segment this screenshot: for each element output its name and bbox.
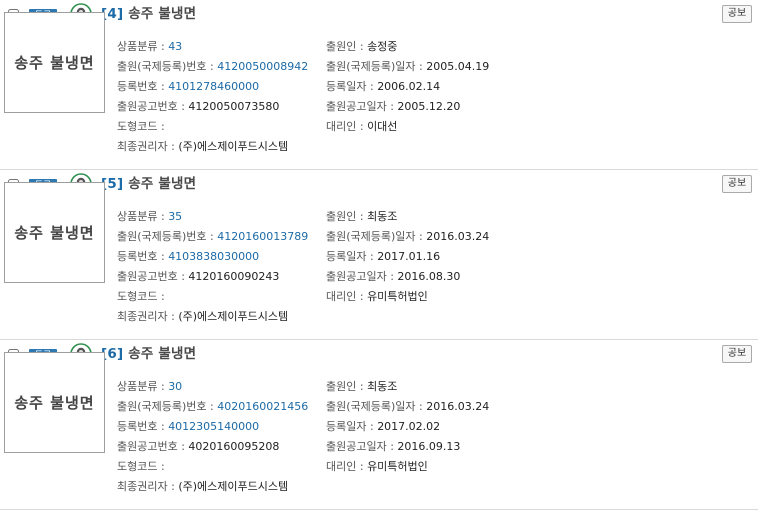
app-date-label: 출원(국제등록)일자 : [326, 230, 427, 243]
pub-date-value: 2016.09.13 [397, 440, 461, 453]
category-label: 상품분류 : [117, 40, 169, 53]
agent-label: 대리인 : [326, 290, 368, 303]
pub-date-value: 2016.08.30 [397, 270, 461, 283]
record-header: 등록 [5] 송주 불냉면 공보 [0, 170, 758, 204]
reg-no-label: 등록번호 : [117, 250, 169, 263]
trademark-record: 등록 [6] 송주 불냉면 공보 송주 불냉면 상품분류 : 30 출원인 : … [0, 340, 758, 510]
app-no-label: 출원(국제등록)번호 : [117, 230, 218, 243]
reg-no-value[interactable]: 4101278460000 [168, 80, 259, 93]
design-code-label: 도형코드 : [117, 120, 165, 133]
applicant-label: 출원인 : [326, 380, 368, 393]
reg-date-value: 2017.02.02 [377, 420, 441, 433]
final-owner-label: 최종권리자 : [117, 140, 179, 153]
reg-no-label: 등록번호 : [117, 420, 169, 433]
app-no-label: 출원(국제등록)번호 : [117, 400, 218, 413]
pub-no-value: 4120160090243 [188, 270, 280, 283]
applicant-value: 최동조 [367, 380, 398, 393]
app-date-value: 2005.04.19 [426, 60, 490, 73]
pub-date-label: 출원공고일자 : [326, 100, 398, 113]
record-header: 등록 [4] 송주 불냉면 공보 [0, 0, 758, 34]
trademark-record: 등록 [5] 송주 불냉면 공보 송주 불냉면 상품분류 : 35 출원인 : … [0, 170, 758, 340]
app-no-value[interactable]: 4120050008942 [217, 60, 308, 73]
pub-no-label: 출원공고번호 : [117, 100, 189, 113]
pub-no-label: 출원공고번호 : [117, 270, 189, 283]
final-owner-value: (주)에스제이푸드시스템 [178, 310, 289, 323]
app-date-label: 출원(국제등록)일자 : [326, 400, 427, 413]
reg-no-label: 등록번호 : [117, 80, 169, 93]
app-no-value[interactable]: 4120160013789 [217, 230, 308, 243]
category-value[interactable]: 30 [168, 380, 182, 393]
reg-date-value: 2006.02.14 [377, 80, 441, 93]
trademark-thumbnail[interactable]: 송주 불냉면 [4, 352, 105, 453]
trademark-thumbnail[interactable]: 송주 불냉면 [4, 182, 105, 283]
app-date-label: 출원(국제등록)일자 : [326, 60, 427, 73]
design-code-label: 도형코드 : [117, 290, 165, 303]
app-no-value[interactable]: 4020160021456 [217, 400, 308, 413]
record-title: 송주 불냉면 [128, 176, 197, 192]
agent-value: 유미특허법인 [367, 290, 428, 303]
agent-value: 이대선 [367, 120, 398, 133]
app-date-value: 2016.03.24 [426, 400, 490, 413]
pub-date-value: 2005.12.20 [397, 100, 461, 113]
gazette-button[interactable]: 공보 [722, 345, 752, 363]
reg-no-value[interactable]: 4012305140000 [168, 420, 259, 433]
final-owner-label: 최종권리자 : [117, 480, 179, 493]
reg-date-label: 등록일자 : [326, 420, 378, 433]
reg-date-label: 등록일자 : [326, 80, 378, 93]
pub-date-label: 출원공고일자 : [326, 270, 398, 283]
category-label: 상품분류 : [117, 380, 169, 393]
design-code-label: 도형코드 : [117, 460, 165, 473]
agent-label: 대리인 : [326, 120, 368, 133]
app-no-label: 출원(국제등록)번호 : [117, 60, 218, 73]
category-value[interactable]: 43 [168, 40, 182, 53]
record-title-link[interactable]: [6] 송주 불냉면 [101, 344, 196, 364]
agent-label: 대리인 : [326, 460, 368, 473]
applicant-value: 송정중 [367, 40, 398, 53]
pub-date-label: 출원공고일자 : [326, 440, 398, 453]
category-label: 상품분류 : [117, 210, 169, 223]
trademark-results-list: 등록 [4] 송주 불냉면 공보 송주 불냉면 상품분류 : 43 출원인 : … [0, 0, 758, 510]
record-title: 송주 불냉면 [128, 6, 197, 22]
final-owner-value: (주)에스제이푸드시스템 [178, 480, 289, 493]
trademark-record: 등록 [4] 송주 불냉면 공보 송주 불냉면 상품분류 : 43 출원인 : … [0, 0, 758, 170]
applicant-label: 출원인 : [326, 210, 368, 223]
reg-date-label: 등록일자 : [326, 250, 378, 263]
pub-no-value: 4120050073580 [188, 100, 280, 113]
record-header: 등록 [6] 송주 불냉면 공보 [0, 340, 758, 374]
gazette-button[interactable]: 공보 [722, 175, 752, 193]
final-owner-label: 최종권리자 : [117, 310, 179, 323]
pub-no-value: 4020160095208 [188, 440, 280, 453]
reg-date-value: 2017.01.16 [377, 250, 441, 263]
record-title: 송주 불냉면 [128, 346, 197, 362]
reg-no-value[interactable]: 4103838030000 [168, 250, 259, 263]
category-value[interactable]: 35 [168, 210, 182, 223]
pub-no-label: 출원공고번호 : [117, 440, 189, 453]
applicant-value: 최동조 [367, 210, 398, 223]
gazette-button[interactable]: 공보 [722, 5, 752, 23]
agent-value: 유미특허법인 [367, 460, 428, 473]
record-title-link[interactable]: [4] 송주 불냉면 [101, 4, 196, 24]
applicant-label: 출원인 : [326, 40, 368, 53]
record-title-link[interactable]: [5] 송주 불냉면 [101, 174, 196, 194]
final-owner-value: (주)에스제이푸드시스템 [178, 140, 289, 153]
trademark-thumbnail[interactable]: 송주 불냉면 [4, 12, 105, 113]
app-date-value: 2016.03.24 [426, 230, 490, 243]
